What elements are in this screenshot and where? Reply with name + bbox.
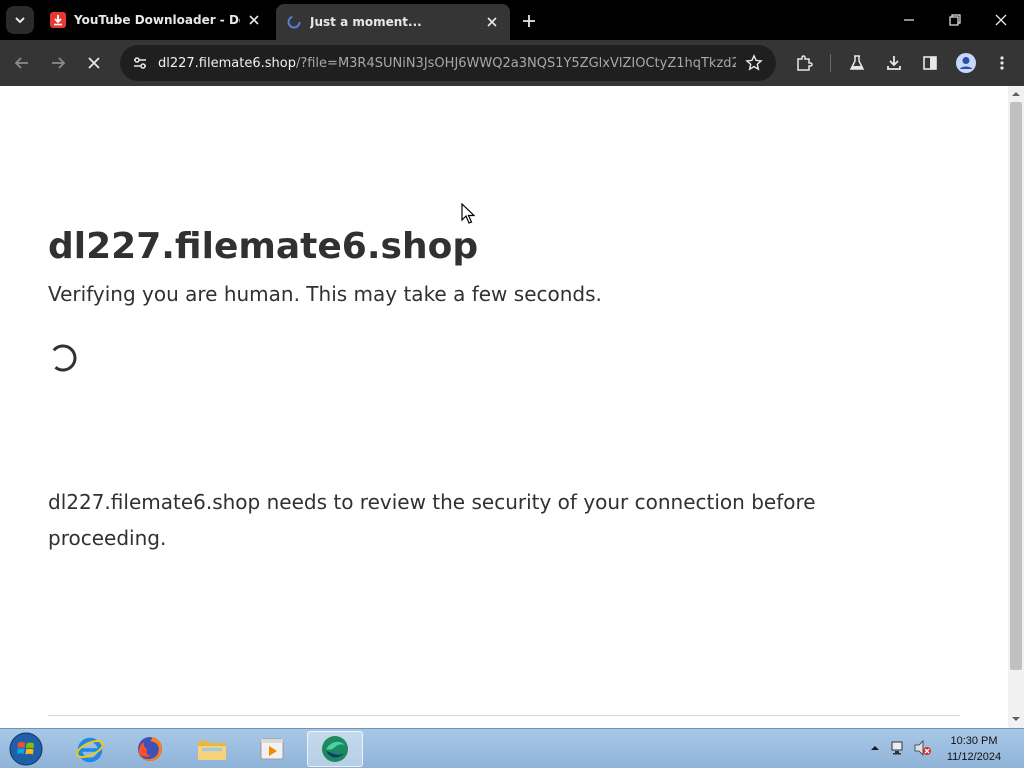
restore-button[interactable] <box>942 8 968 32</box>
tab-search-button[interactable] <box>6 6 34 34</box>
clock-time: 10:30 PM <box>950 735 998 747</box>
download-red-icon <box>50 12 66 28</box>
new-tab-button[interactable] <box>518 10 540 32</box>
url-path: /?file=M3R4SUNiN3JsOHJ6WWQ2a3NQS1Y5ZGlxV… <box>295 55 736 71</box>
download-icon <box>887 56 901 70</box>
puzzle-icon <box>797 55 813 71</box>
browser-toolbar: dl227.filemate6.shop/?file=M3R4SUNiN3JsO… <box>0 40 1024 86</box>
tab-title: YouTube Downloader - Downlo <box>74 13 240 27</box>
mouse-cursor-icon <box>461 203 475 224</box>
chevron-up-icon <box>871 746 879 750</box>
avatar-icon <box>956 53 976 73</box>
side-panel-button[interactable] <box>916 49 944 77</box>
footer-divider <box>48 715 960 716</box>
internet-explorer-icon <box>76 737 104 763</box>
close-window-button[interactable] <box>988 8 1014 32</box>
close-icon <box>995 14 1007 26</box>
verification-subtitle: Verifying you are human. This may take a… <box>48 282 602 306</box>
clock-date: 11/12/2024 <box>946 751 1002 763</box>
flask-icon <box>849 55 865 70</box>
loading-spinner-icon <box>49 344 77 372</box>
tune-icon <box>134 57 146 69</box>
loading-spinner-icon <box>287 15 301 29</box>
taskbar-firefox[interactable] <box>122 731 178 767</box>
browser-app-icon <box>322 736 348 762</box>
start-button[interactable] <box>6 731 46 767</box>
url-text: dl227.filemate6.shop/?file=M3R4SUNiN3JsO… <box>158 56 736 71</box>
bookmark-button[interactable] <box>742 51 766 75</box>
page-scrollbar[interactable] <box>1008 86 1024 728</box>
tab-title: Just a moment... <box>310 15 422 29</box>
windows-taskbar: 10:30 PM 11/12/2024 <box>0 728 1024 768</box>
network-icon <box>891 741 903 755</box>
scroll-up-icon[interactable] <box>1012 90 1020 98</box>
chevron-down-icon <box>15 17 25 24</box>
extensions-button[interactable] <box>790 49 818 77</box>
taskbar-media-player[interactable] <box>244 731 300 767</box>
plus-icon <box>523 15 535 27</box>
stop-loading-button[interactable] <box>80 49 108 77</box>
tray-volume[interactable] <box>914 737 932 759</box>
arrow-right-icon <box>52 57 66 69</box>
volume-muted-icon <box>914 740 931 756</box>
tab-close-button[interactable] <box>484 14 500 30</box>
side-panel-icon <box>923 56 937 70</box>
address-bar[interactable]: dl227.filemate6.shop/?file=M3R4SUNiN3JsO… <box>120 45 776 81</box>
back-button[interactable] <box>8 49 36 77</box>
star-icon <box>745 54 763 71</box>
labs-button[interactable] <box>843 49 871 77</box>
taskbar-file-explorer[interactable] <box>184 731 240 767</box>
menu-button[interactable] <box>988 49 1016 77</box>
close-icon <box>88 57 100 69</box>
minimize-icon <box>904 19 914 21</box>
restore-icon <box>949 14 961 26</box>
tray-network[interactable] <box>889 737 907 759</box>
url-host: dl227.filemate6.shop <box>158 55 296 71</box>
profile-button[interactable] <box>952 49 980 77</box>
tab-just-a-moment[interactable]: Just a moment... <box>276 4 510 40</box>
firefox-icon <box>138 737 162 761</box>
site-info-button[interactable] <box>128 51 152 75</box>
taskbar-internet-explorer[interactable] <box>62 731 118 767</box>
page-viewport: dl227.filemate6.shop Verifying you are h… <box>0 86 1008 728</box>
media-player-icon <box>260 738 284 760</box>
security-message: dl227.filemate6.shop needs to review the… <box>48 490 816 550</box>
scrollbar-thumb[interactable] <box>1010 102 1022 670</box>
close-icon <box>249 15 259 25</box>
arrow-left-icon <box>14 57 28 69</box>
windows-start-icon <box>9 732 43 766</box>
forward-button[interactable] <box>44 49 72 77</box>
file-explorer-icon <box>198 741 226 760</box>
tab-youtube-downloader[interactable]: YouTube Downloader - Downlo <box>40 4 272 36</box>
tab-close-button[interactable] <box>246 12 262 28</box>
taskbar-browser[interactable] <box>307 731 363 767</box>
tray-overflow-button[interactable] <box>866 737 884 759</box>
tab-strip: YouTube Downloader - Downlo Just a momen… <box>0 0 1024 40</box>
close-icon <box>487 17 497 27</box>
system-clock[interactable]: 10:30 PM 11/12/2024 <box>938 733 1010 765</box>
toolbar-divider <box>830 54 831 72</box>
scroll-down-icon[interactable] <box>1012 715 1020 723</box>
minimize-button[interactable] <box>896 8 922 32</box>
page-title: dl227.filemate6.shop <box>48 226 479 267</box>
downloads-button[interactable] <box>880 49 908 77</box>
more-vert-icon <box>1000 56 1004 70</box>
